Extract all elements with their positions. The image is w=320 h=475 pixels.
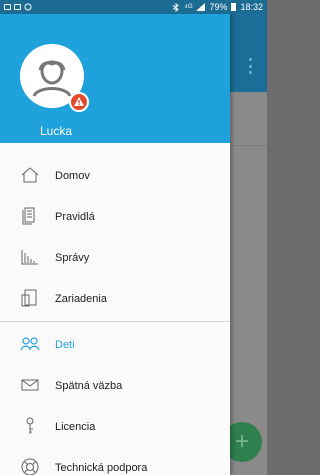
license-icon xyxy=(26,417,34,434)
menu-item-licencia[interactable]: Licencia xyxy=(0,406,230,447)
bluetooth-icon xyxy=(172,2,179,12)
drawer-menu: Domov Pravidlá Správy Zariadenia Deti Sp… xyxy=(0,155,230,475)
app-notification-icon xyxy=(24,3,32,11)
status-bar: ⁴ᴳ 79% 18:32 xyxy=(0,0,267,14)
mail-notification-icon xyxy=(14,4,21,10)
menu-label: Deti xyxy=(55,338,75,351)
devices-icon xyxy=(21,289,37,307)
reports-icon xyxy=(21,250,38,265)
menu-label: Pravidlá xyxy=(55,210,95,223)
add-icon: + xyxy=(234,428,249,455)
menu-item-deti[interactable]: Deti xyxy=(0,324,230,365)
avatar[interactable] xyxy=(20,44,89,112)
navigation-drawer: Lucka Domov Pravidlá Správy Zariadenia D… xyxy=(0,0,230,475)
menu-divider xyxy=(0,321,230,322)
menu-label: Domov xyxy=(55,169,90,182)
home-icon xyxy=(21,167,39,183)
menu-label: Správy xyxy=(55,251,90,264)
support-icon xyxy=(21,458,39,475)
notification-icons xyxy=(4,3,32,11)
battery-icon xyxy=(231,3,237,11)
drawer-header: Lucka xyxy=(0,14,230,143)
signal-label: ⁴ᴳ xyxy=(184,2,193,12)
feedback-icon xyxy=(21,379,39,391)
system-status: ⁴ᴳ 79% 18:32 xyxy=(172,2,263,12)
menu-label: Technická podpora xyxy=(55,461,148,474)
menu-item-zariadenia[interactable]: Zariadenia xyxy=(0,278,230,319)
signal-strength-icon xyxy=(196,3,206,11)
menu-item-pravidla[interactable]: Pravidlá xyxy=(0,196,230,237)
menu-label: Licencia xyxy=(55,420,96,433)
menu-item-spatna-vazba[interactable]: Spätná väzba xyxy=(0,365,230,406)
menu-item-domov[interactable]: Domov xyxy=(0,155,230,196)
clock: 18:32 xyxy=(240,2,263,12)
menu-label: Zariadenia xyxy=(55,292,107,305)
menu-item-spravy[interactable]: Správy xyxy=(0,237,230,278)
rules-icon xyxy=(22,207,35,225)
menu-label: Spätná väzba xyxy=(55,379,123,392)
warning-badge xyxy=(69,92,89,112)
warning-icon xyxy=(74,97,84,106)
menu-item-technicka-podpora[interactable]: Technická podpora xyxy=(0,447,230,475)
image-notification-icon xyxy=(4,4,11,10)
children-icon xyxy=(20,337,40,351)
battery-percent: 79% xyxy=(209,2,228,12)
background-divider xyxy=(230,145,267,146)
user-name: Lucka xyxy=(40,124,73,138)
overflow-menu-icon[interactable] xyxy=(249,58,253,74)
